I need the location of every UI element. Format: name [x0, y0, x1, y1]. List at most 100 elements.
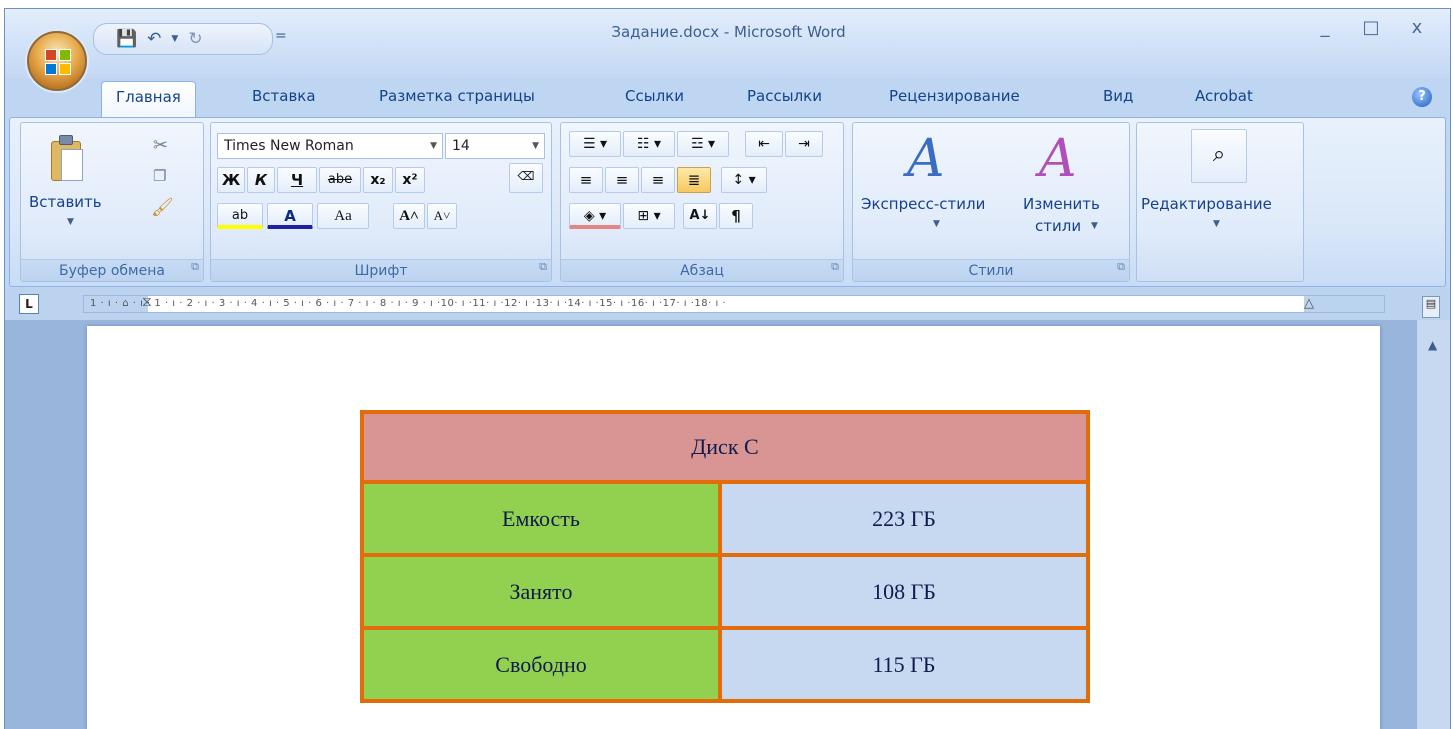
- title-bar: 💾 ↶ ▼ ↻ = Задание.docx - Microsoft Word …: [5, 9, 1450, 79]
- find-binoculars-icon[interactable]: ⌕: [1191, 129, 1247, 183]
- show-formatting-button[interactable]: ¶: [719, 203, 753, 229]
- tab-review[interactable]: Рецензирование: [889, 87, 1020, 105]
- table-value-cell[interactable]: 115 ГБ: [718, 626, 1090, 703]
- paste-dropdown-icon[interactable]: ▼: [67, 217, 74, 227]
- table-value-cell[interactable]: 223 ГБ: [718, 480, 1090, 557]
- font-name-combo[interactable]: Times New Roman ▼: [217, 133, 443, 159]
- maximize-button[interactable]: □: [1351, 17, 1391, 38]
- ruler-scale: 1 · ı · ⌂ · ı · 1 · ı · 2 · ı · 3 · ı · …: [90, 298, 727, 309]
- styles-launcher-icon[interactable]: ⧉: [1117, 256, 1125, 278]
- left-indent-marker-icon[interactable]: ⧖: [142, 296, 152, 310]
- editing-group: ⌕ Редактирование ▼: [1136, 122, 1304, 282]
- table-header-cell[interactable]: Диск С: [360, 410, 1090, 484]
- paste-button[interactable]: Вставить: [29, 193, 102, 211]
- tab-acrobat[interactable]: Acrobat: [1195, 87, 1253, 105]
- multilevel-list-button[interactable]: ☲ ▾: [677, 131, 729, 157]
- change-case-button[interactable]: Aa: [317, 203, 369, 229]
- line-spacing-button[interactable]: ↕ ▾: [721, 167, 767, 193]
- tab-mailings[interactable]: Рассылки: [747, 87, 822, 105]
- bullets-button[interactable]: ☰ ▾: [569, 131, 621, 157]
- table-label-cell[interactable]: Занято: [360, 553, 722, 630]
- change-styles-dropdown-icon[interactable]: ▼: [1091, 221, 1098, 231]
- scroll-up-icon[interactable]: ▲: [1428, 338, 1437, 352]
- grow-font-button[interactable]: A˄: [393, 203, 425, 229]
- tab-page-layout[interactable]: Разметка страницы: [379, 87, 535, 105]
- font-group: Times New Roman ▼ 14 ▼ Ж К Ч abe x₂ x² ⌫…: [210, 122, 552, 282]
- align-left-button[interactable]: ≡: [569, 167, 603, 193]
- font-group-label: Шрифт ⧉: [211, 259, 551, 281]
- editing-button[interactable]: Редактирование: [1141, 195, 1272, 213]
- sort-button[interactable]: A↓: [683, 203, 717, 229]
- help-icon[interactable]: ?: [1412, 87, 1432, 107]
- table-label-cell[interactable]: Емкость: [360, 480, 722, 557]
- office-button[interactable]: [27, 31, 87, 91]
- change-styles-button-line2[interactable]: стили: [1035, 217, 1081, 235]
- right-indent-marker-icon[interactable]: △: [1304, 296, 1314, 312]
- page[interactable]: Диск С Емкость 223 ГБ Занято 108 ГБ Своб…: [87, 326, 1380, 729]
- paragraph-group-label: Абзац ⧉: [561, 259, 843, 281]
- borders-button[interactable]: ⊞ ▾: [623, 203, 675, 229]
- align-right-button[interactable]: ≡: [641, 167, 675, 193]
- bold-button[interactable]: Ж: [217, 167, 245, 193]
- quick-styles-icon[interactable]: A: [907, 133, 945, 185]
- paragraph-launcher-icon[interactable]: ⧉: [831, 256, 839, 278]
- paragraph-group-title: Абзац: [680, 263, 724, 279]
- styles-group-title: Стили: [968, 263, 1014, 279]
- table-label-cell[interactable]: Свободно: [360, 626, 722, 703]
- numbering-button[interactable]: ☷ ▾: [623, 131, 675, 157]
- copy-icon[interactable]: ❐: [153, 167, 166, 185]
- minimize-button[interactable]: _: [1305, 17, 1345, 38]
- vertical-scrollbar[interactable]: ▲: [1416, 320, 1450, 729]
- table-row: Свободно 115 ГБ: [360, 626, 1090, 703]
- font-launcher-icon[interactable]: ⧉: [539, 256, 547, 278]
- font-name-value: Times New Roman: [224, 138, 354, 154]
- cut-icon[interactable]: ✂: [153, 135, 168, 156]
- highlight-button[interactable]: ab: [217, 203, 263, 229]
- table-row: Емкость 223 ГБ: [360, 480, 1090, 557]
- shading-button[interactable]: ◈ ▾: [569, 203, 621, 229]
- quick-styles-dropdown-icon[interactable]: ▼: [933, 219, 940, 229]
- tab-insert[interactable]: Вставка: [252, 87, 316, 105]
- clipboard-launcher-icon[interactable]: ⧉: [191, 256, 199, 278]
- ribbon: Вставить ▼ ✂ ❐ 🖌 Буфер обмена ⧉ Times Ne…: [9, 117, 1446, 287]
- shrink-font-button[interactable]: A˅: [427, 203, 457, 229]
- align-center-button[interactable]: ≡: [605, 167, 639, 193]
- underline-button[interactable]: Ч: [277, 167, 317, 193]
- styles-group-label: Стили ⧉: [853, 259, 1129, 281]
- tab-references[interactable]: Ссылки: [625, 87, 684, 105]
- ruler-bar: L 1 · ı · ⌂ · ı · 1 · ı · 2 · ı · 3 · ı …: [5, 288, 1450, 320]
- superscript-button[interactable]: x²: [395, 167, 425, 193]
- italic-button[interactable]: К: [247, 167, 275, 193]
- strikethrough-button[interactable]: abe: [319, 167, 361, 193]
- subscript-button[interactable]: x₂: [363, 167, 393, 193]
- horizontal-ruler[interactable]: 1 · ı · ⌂ · ı · 1 · ı · 2 · ı · 3 · ı · …: [83, 295, 1385, 313]
- ruler-right-margin: [1304, 296, 1384, 312]
- paste-icon[interactable]: [47, 133, 85, 185]
- office-logo-icon: [45, 49, 73, 77]
- font-color-button[interactable]: A: [267, 203, 313, 229]
- close-button[interactable]: x: [1397, 17, 1437, 38]
- chevron-down-icon[interactable]: ▼: [430, 134, 437, 158]
- format-painter-icon[interactable]: 🖌: [151, 197, 174, 218]
- change-styles-button[interactable]: Изменить: [1023, 195, 1100, 213]
- font-size-combo[interactable]: 14 ▼: [445, 133, 545, 159]
- decrease-indent-button[interactable]: ⇤: [745, 131, 783, 157]
- chevron-down-icon[interactable]: ▼: [532, 134, 539, 158]
- table-value-cell[interactable]: 108 ГБ: [718, 553, 1090, 630]
- clear-formatting-icon[interactable]: ⌫: [509, 163, 543, 193]
- disk-table[interactable]: Диск С Емкость 223 ГБ Занято 108 ГБ Своб…: [360, 410, 1090, 703]
- tab-home[interactable]: Главная: [101, 81, 196, 117]
- justify-button[interactable]: ≣: [677, 167, 711, 193]
- increase-indent-button[interactable]: ⇥: [785, 131, 823, 157]
- view-ruler-toggle-icon[interactable]: ▤: [1422, 296, 1440, 318]
- change-styles-icon[interactable]: A: [1039, 133, 1077, 185]
- editing-dropdown-icon[interactable]: ▼: [1213, 219, 1220, 229]
- tab-selector-button[interactable]: L: [19, 294, 39, 314]
- quick-styles-button[interactable]: Экспресс-стили: [861, 195, 985, 213]
- word-window: 💾 ↶ ▼ ↻ = Задание.docx - Microsoft Word …: [4, 8, 1451, 729]
- table-row: Занято 108 ГБ: [360, 553, 1090, 630]
- table-header-row: Диск С: [360, 410, 1090, 484]
- styles-group: A A Экспресс-стили ▼ Изменить стили ▼ Ст…: [852, 122, 1130, 282]
- document-area: Диск С Емкость 223 ГБ Занято 108 ГБ Своб…: [5, 320, 1450, 729]
- tab-view[interactable]: Вид: [1103, 87, 1133, 105]
